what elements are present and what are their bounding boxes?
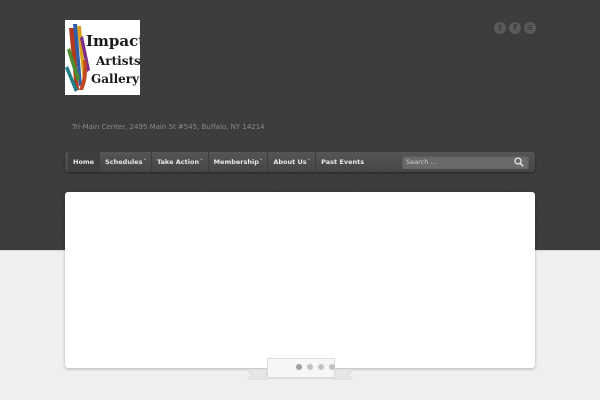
facebook-icon[interactable]: f	[509, 22, 521, 34]
logo-text-impact: Impact	[86, 32, 140, 50]
chevron-down-icon: ˅	[200, 159, 203, 165]
slider-dot-4[interactable]	[329, 364, 335, 370]
featured-slider	[65, 192, 535, 368]
ribbon-fold-left	[247, 368, 267, 380]
slider-dot-2[interactable]	[307, 364, 313, 370]
nav-item-past-events[interactable]: Past Events	[316, 152, 369, 172]
chevron-down-icon: ˅	[307, 159, 311, 165]
logo-artwork: Impact Artists Gallery	[65, 20, 140, 95]
nav-item-schedules[interactable]: Schedules˅	[100, 152, 151, 172]
nav-label: Take Action	[156, 158, 200, 166]
nav-label: Membership	[213, 158, 259, 166]
slider-dots-ribbon	[267, 358, 335, 378]
logo-text-artists: Artists	[95, 54, 140, 68]
nav-item-take-action[interactable]: Take Action˅	[152, 152, 208, 172]
twitter-icon[interactable]: t	[494, 22, 506, 34]
slider-dots	[296, 364, 335, 370]
nav-item-membership[interactable]: Membership˅	[209, 152, 268, 172]
nav-label: Schedules	[105, 158, 143, 166]
slider-pagination	[247, 358, 353, 382]
slider-dot-3[interactable]	[318, 364, 324, 370]
site-logo[interactable]: Impact Artists Gallery	[65, 20, 140, 95]
search-box	[402, 155, 529, 169]
search-input[interactable]	[402, 155, 511, 169]
main-navigation: Home Schedules˅ Take Action˅ Membership˅…	[65, 152, 535, 172]
slider-dot-1[interactable]	[296, 364, 302, 370]
logo-text-gallery: Gallery	[91, 72, 140, 86]
nav-label: About Us	[273, 158, 307, 166]
ribbon-fold-right	[333, 368, 353, 380]
chevron-down-icon: ˅	[143, 159, 146, 165]
nav-label: Home	[73, 158, 95, 166]
nav-label: Past Events	[321, 158, 365, 166]
chevron-down-icon: ˅	[259, 159, 263, 165]
nav-item-about-us[interactable]: About Us˅	[268, 152, 315, 172]
site-address: Tri-Main Center, 2495 Main St #545, Buff…	[72, 123, 265, 131]
nav-item-home[interactable]: Home	[68, 152, 100, 172]
social-links: t f ≡	[494, 22, 536, 34]
rss-icon[interactable]: ≡	[524, 22, 536, 34]
search-icon[interactable]	[514, 157, 524, 167]
